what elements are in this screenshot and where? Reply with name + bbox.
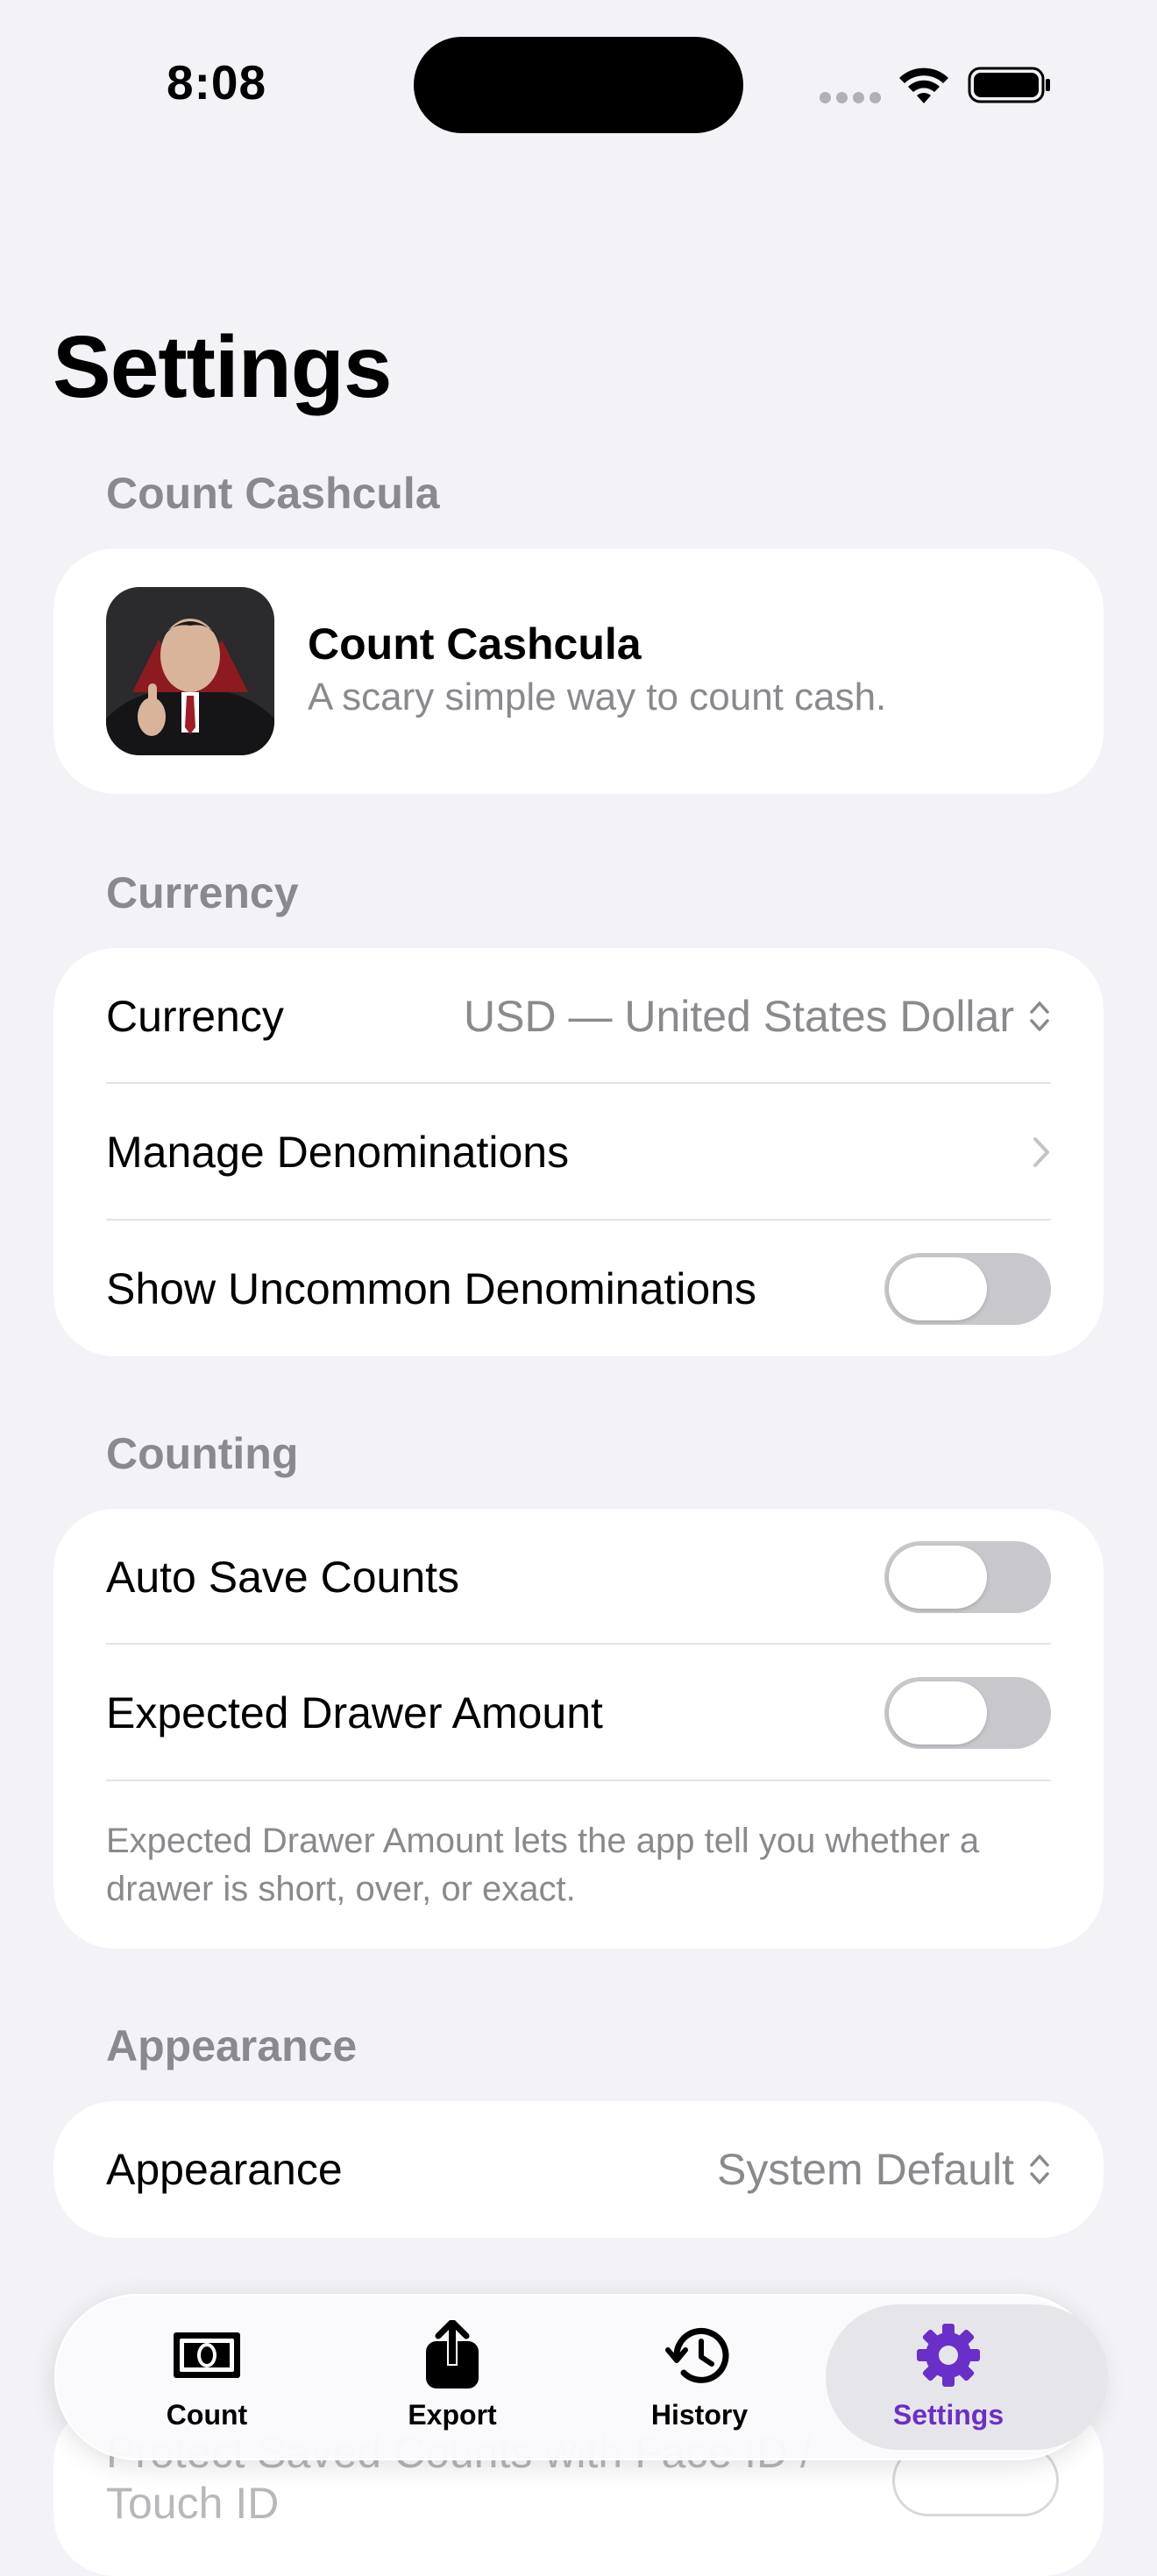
history-icon bbox=[665, 2327, 729, 2383]
expected-drawer-row: Expected Drawer Amount bbox=[106, 1645, 1051, 1781]
tab-history-label: History bbox=[650, 2399, 749, 2431]
appearance-value-text: System Default bbox=[716, 2145, 1014, 2194]
tab-settings-label: Settings bbox=[892, 2399, 1004, 2431]
about-section-header: Count Cashcula bbox=[106, 469, 440, 518]
dynamic-island bbox=[414, 37, 743, 133]
appearance-value[interactable]: System Default bbox=[717, 2144, 1051, 2195]
appearance-card: Appearance System Default bbox=[53, 2101, 1104, 2238]
cellular-signal-icon bbox=[820, 92, 890, 104]
page-title: Settings bbox=[53, 318, 392, 416]
auto-save-label: Auto Save Counts bbox=[106, 1553, 460, 1602]
tab-count-label: Count bbox=[166, 2399, 248, 2431]
uncommon-denominations-row: Show Uncommon Denominations bbox=[106, 1221, 1051, 1357]
manage-denominations-label: Manage Denominations bbox=[106, 1128, 570, 1177]
appearance-picker-row[interactable]: Appearance System Default bbox=[106, 2101, 1051, 2238]
about-card: Count Cashcula A scary simple way to cou… bbox=[53, 548, 1104, 794]
auto-save-toggle[interactable] bbox=[884, 1541, 1051, 1613]
expected-drawer-footnote: Expected Drawer Amount lets the app tell… bbox=[106, 1822, 980, 1908]
status-time: 8:08 bbox=[167, 55, 267, 110]
chevron-right-icon bbox=[1033, 1137, 1049, 1167]
tab-settings[interactable]: Settings bbox=[826, 2294, 1108, 2460]
appearance-label: Appearance bbox=[106, 2145, 343, 2194]
manage-denominations-row[interactable]: Manage Denominations bbox=[106, 1084, 1051, 1221]
expected-drawer-toggle[interactable] bbox=[884, 1677, 1051, 1749]
wifi-icon bbox=[899, 67, 948, 103]
currency-value[interactable]: USD — United States Dollar bbox=[464, 991, 1051, 1042]
gear-icon bbox=[917, 2324, 980, 2387]
share-icon bbox=[426, 2320, 479, 2388]
app-name: Count Cashcula bbox=[308, 619, 642, 669]
tab-history[interactable]: History bbox=[586, 2294, 813, 2460]
uncommon-denominations-label: Show Uncommon Denominations bbox=[106, 1264, 757, 1313]
currency-section-header: Currency bbox=[106, 868, 299, 917]
tab-count[interactable]: Count bbox=[93, 2294, 321, 2460]
counting-section-header: Counting bbox=[106, 1429, 299, 1478]
tab-export[interactable]: Export bbox=[338, 2294, 566, 2460]
auto-save-row: Auto Save Counts bbox=[106, 1509, 1051, 1645]
tab-export-label: Export bbox=[408, 2399, 497, 2431]
expected-drawer-label: Expected Drawer Amount bbox=[106, 1688, 603, 1737]
currency-label: Currency bbox=[106, 992, 284, 1041]
banknote-icon bbox=[174, 2332, 240, 2378]
counting-card: Auto Save Counts Expected Drawer Amount … bbox=[53, 1509, 1104, 1949]
divider bbox=[106, 1780, 1051, 1781]
app-icon bbox=[106, 587, 274, 755]
currency-picker-row[interactable]: Currency USD — United States Dollar bbox=[106, 948, 1051, 1085]
chevron-up-down-icon bbox=[1030, 2155, 1049, 2184]
uncommon-denominations-toggle[interactable] bbox=[884, 1253, 1051, 1325]
battery-icon bbox=[968, 67, 1050, 103]
app-tagline: A scary simple way to count cash. bbox=[308, 676, 887, 718]
currency-card: Currency USD — United States Dollar Mana… bbox=[53, 948, 1104, 1356]
tab-bar: Count Export History Settings bbox=[54, 2294, 1108, 2460]
currency-value-text: USD — United States Dollar bbox=[463, 992, 1014, 1041]
chevron-up-down-icon bbox=[1030, 1001, 1049, 1031]
appearance-section-header: Appearance bbox=[106, 2021, 358, 2070]
